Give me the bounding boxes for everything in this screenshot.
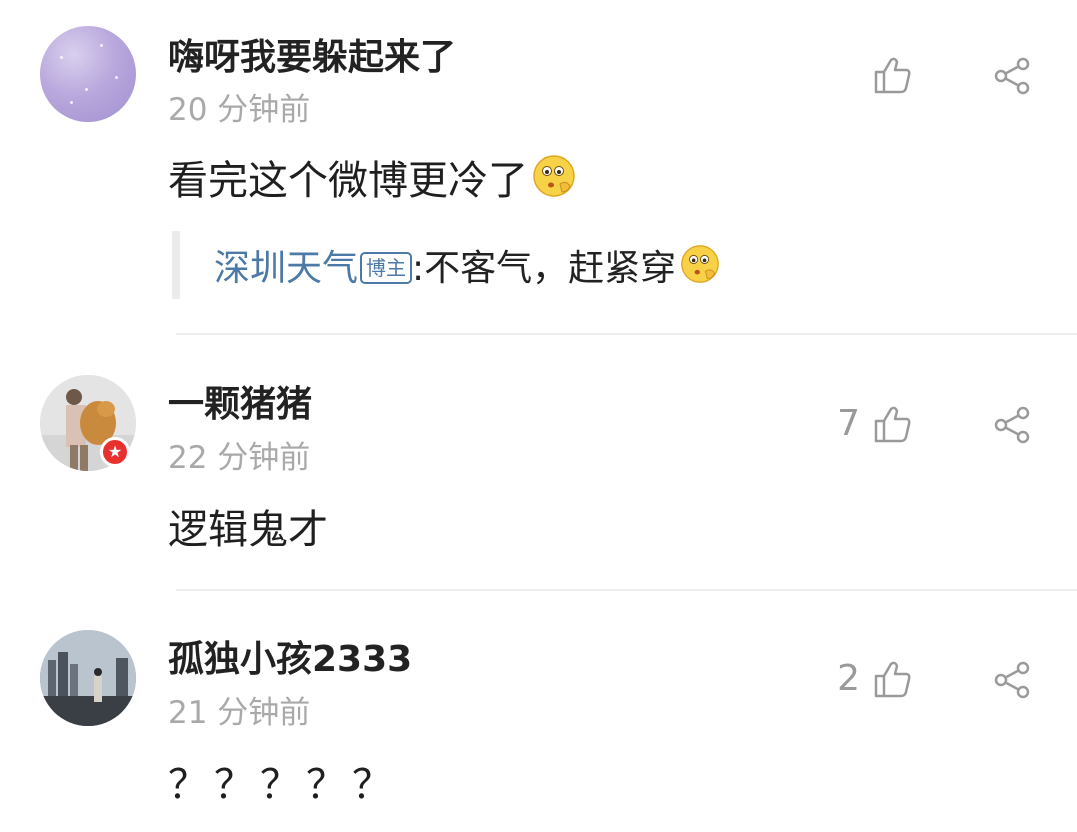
comment-time: 22 分钟前 [168,440,311,476]
reply-author-link[interactable]: 深圳天气 [214,248,358,289]
comment-text: 看完这个微博更冷了 [168,148,576,206]
like-count: 2 [837,658,860,699]
verified-badge-icon: ★ [100,437,130,467]
city-figure-icon [40,630,136,726]
comment-time: 21 分钟前 [168,695,311,731]
share-icon[interactable] [992,660,1032,700]
comment-item: ★ 一颗猪猪 22 分钟前 逻辑鬼才 7 [0,335,1077,590]
author-tag-badge: 博主 [360,252,413,284]
thumbs-up-icon[interactable] [872,658,914,700]
comment-time: 20 分钟前 [168,92,311,128]
thumbs-up-icon[interactable] [872,403,914,445]
comment-text: 逻辑鬼才 [168,507,328,553]
cold-emoji-icon [533,155,575,197]
username[interactable]: 孤独小孩2333 [168,630,412,682]
cold-emoji-icon [681,245,720,283]
thumbs-up-icon[interactable] [872,54,914,96]
comment-item: 嗨呀我要躲起来了 20 分钟前 看完这个微博更冷了 深圳天气 博主:不客气，赶紧穿 [0,0,1077,335]
comment-text: ？？？？？ [168,762,398,808]
share-icon[interactable] [992,56,1032,96]
comment-text-body: 看完这个微博更冷了 [168,158,528,204]
like-count: 7 [837,403,860,444]
author-reply[interactable]: 深圳天气 博主:不客气，赶紧穿 [172,231,792,299]
avatar[interactable] [40,630,136,726]
avatar[interactable] [40,26,136,122]
username[interactable]: 嗨呀我要躲起来了 [168,28,456,80]
comment-item: 孤独小孩2333 21 分钟前 ？？？？？ 2 [0,590,1077,832]
share-icon[interactable] [992,405,1032,445]
reply-text: :不客气，赶紧穿 [412,248,677,289]
username[interactable]: 一颗猪猪 [168,375,312,427]
